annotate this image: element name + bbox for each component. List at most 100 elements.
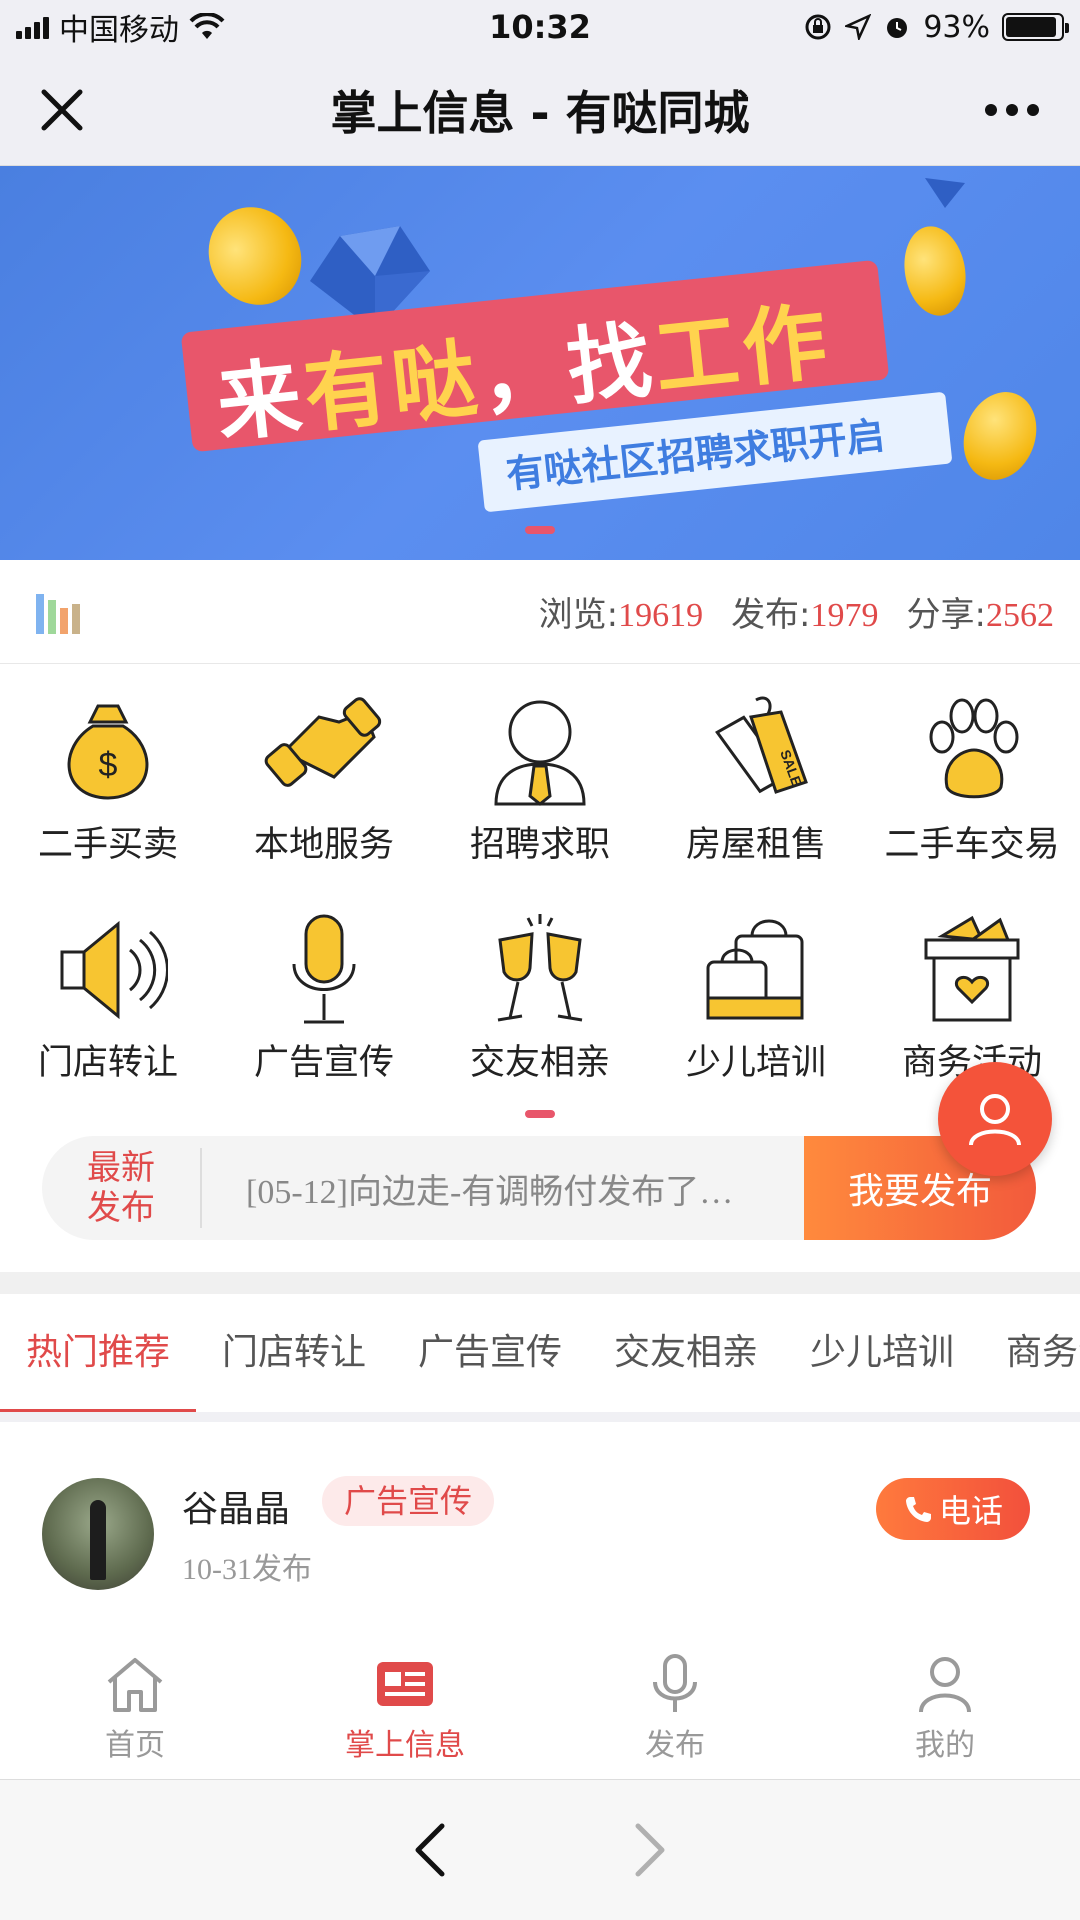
svg-text:$: $ [99,746,118,784]
tabbar-home[interactable]: 首页 [0,1632,270,1779]
category-item[interactable]: 少儿培训 [648,902,864,1120]
gem-decoration [925,178,965,208]
tab-business[interactable]: 商务活动 [980,1294,1080,1412]
tabbar-label: 掌上信息 [345,1728,465,1763]
category-label: 本地服务 [253,825,394,865]
stat-value: 1979 [810,597,879,634]
category-item[interactable]: $ 二手买卖 [0,684,216,902]
category-label: 广告宣传 [253,1043,394,1083]
tabbar-label: 首页 [105,1728,165,1763]
category-item[interactable]: 交友相亲 [432,902,648,1120]
stat-label: 发布: [731,595,811,635]
stat-shares: 分享:2562 [907,587,1054,636]
tab-hot[interactable]: 热门推荐 [0,1294,196,1412]
latest-bar[interactable]: 最新发布 [05-12]向边走-有调畅付发布了… 我要发布 [42,1136,1036,1240]
tabbar-info[interactable]: 掌上信息 [270,1632,540,1779]
category-item[interactable]: 本地服务 [216,684,432,902]
user-icon [969,1094,1021,1146]
back-arrow-icon[interactable] [410,1820,450,1880]
handshake-icon [264,697,382,787]
call-button[interactable]: 电话 [876,1478,1030,1540]
rotation-lock-icon [805,14,831,40]
latest-tag-text: 最新发布 [87,1148,155,1228]
grid-pager-dot[interactable] [525,1110,555,1118]
paw-icon [929,698,1019,799]
money-bag-icon: $ [67,704,149,800]
latest-text[interactable]: [05-12]向边走-有调畅付发布了… [202,1164,804,1213]
wifi-icon [189,13,225,39]
banner-pager-dot[interactable] [525,526,555,534]
battery-icon [1002,13,1069,41]
person-tie-icon [494,700,586,806]
banner[interactable]: 来有哒，找工作 有哒社区招聘求职开启 [0,166,1080,560]
location-icon [845,14,872,40]
news-icon [377,1662,433,1706]
tab-advertising[interactable]: 广告宣传 [392,1294,588,1412]
more-icon[interactable] [984,103,1040,117]
avatar[interactable] [42,1478,154,1590]
category-tabs: 热门推荐 门店转让 广告宣传 交友相亲 少儿培训 商务活动 [0,1294,1080,1422]
section-divider [0,1272,1080,1294]
carrier-label: 中国移动 [59,13,179,48]
category-item[interactable]: 二手车交易 [864,684,1080,902]
alarm-icon [887,18,908,38]
user-fab[interactable] [938,1062,1052,1176]
category-label: 房屋租售 [685,825,826,865]
post-author: 谷晶晶 [182,1489,291,1530]
category-label: 二手车交易 [884,825,1060,865]
signal-icon [16,15,49,39]
headline-part: 来 [212,347,311,454]
microphone-icon [292,914,356,1024]
coin-decoration [951,381,1049,491]
category-label: 少儿培训 [685,1043,826,1083]
nav-bar: 掌上信息 - 有哒同城 [0,54,1080,166]
post-category-badge: 广告宣传 [322,1476,495,1526]
stat-views: 浏览:19619 [539,587,703,636]
category-item[interactable]: 门店转让 [0,902,216,1120]
user-icon [919,1657,971,1713]
tabbar-publish[interactable]: 发布 [540,1632,810,1779]
post-item[interactable]: 谷晶晶 广告宣传 10-31发布 电话 [0,1432,1080,1602]
category-label: 二手买卖 [37,825,178,865]
category-item[interactable]: SALE 房屋租售 [648,684,864,902]
category-grid: $ 二手买卖 本地服务 招聘求职 SALE 房屋租售 二手车交易 门店转让 广告… [0,684,1080,1120]
tabbar-mine[interactable]: 我的 [810,1632,1080,1779]
bottom-tab-bar: 首页 掌上信息 发布 我的 [0,1632,1080,1780]
stat-value: 19619 [618,597,704,634]
stat-label: 浏览: [538,595,619,635]
phone-icon [905,1497,931,1522]
shopping-bag-icon [706,919,804,1020]
stats-row: 浏览:19619 发布:1979 分享:2562 [0,560,1080,664]
tab-kids-training[interactable]: 少儿培训 [784,1294,980,1412]
coin-decoration [897,221,973,321]
coin-decoration [191,190,319,322]
category-item[interactable]: 广告宣传 [216,902,432,1120]
headline-part: 有哒 [299,328,486,445]
gift-basket-icon [924,915,1020,1022]
forward-arrow-icon[interactable] [630,1820,670,1880]
category-item[interactable]: 招聘求职 [432,684,648,902]
home-icon [107,1658,163,1712]
headline-part: ，找 [474,310,661,427]
headline-part: 工作 [649,292,836,408]
stat-label: 分享: [906,595,986,635]
stat-posts: 发布:1979 [731,587,878,636]
browser-nav-bar [0,1780,1080,1920]
tab-store-transfer[interactable]: 门店转让 [196,1294,392,1412]
category-label: 招聘求职 [469,825,610,865]
category-label: 门店转让 [37,1043,178,1083]
speaker-icon [60,920,168,1020]
stat-value: 2562 [986,597,1054,634]
tabbar-label: 我的 [915,1728,975,1763]
cheers-icon [497,914,583,1022]
sale-tag-icon: SALE [715,696,808,794]
tabbar-label: 发布 [645,1728,705,1763]
close-icon[interactable] [40,88,84,132]
bar-chart-icon [36,590,80,634]
battery-percent: 93% [923,9,990,45]
category-label: 交友相亲 [469,1043,610,1083]
tab-dating[interactable]: 交友相亲 [588,1294,784,1412]
page-title: 掌上信息 - 有哒同城 [330,85,750,140]
call-label: 电话 [938,1492,1003,1530]
microphone-icon [653,1654,697,1712]
